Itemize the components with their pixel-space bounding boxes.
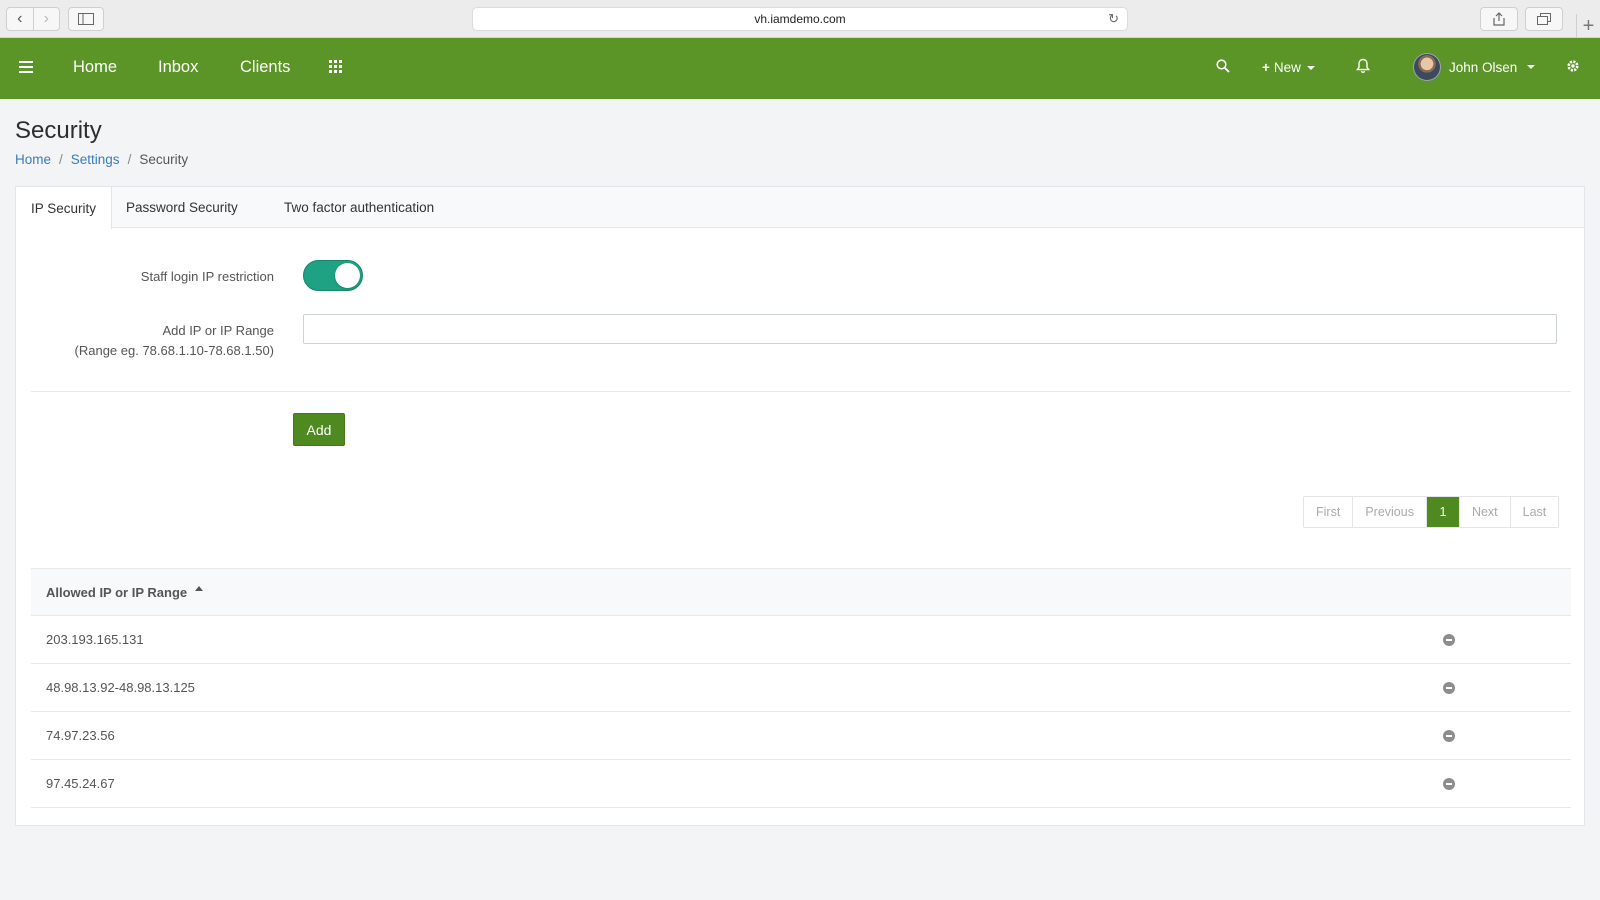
column-header-allowed-ip[interactable]: Allowed IP or IP Range xyxy=(31,568,1571,616)
chevron-down-icon xyxy=(1306,65,1315,70)
breadcrumb-separator: / xyxy=(127,152,132,167)
table-row: 203.193.165.131 xyxy=(31,616,1571,664)
share-icon[interactable] xyxy=(1480,7,1518,31)
breadcrumb-current: Security xyxy=(139,152,189,167)
ip-field-label: Add IP or IP Range xyxy=(162,323,274,338)
nav-home[interactable]: Home xyxy=(73,58,117,77)
table-row: 48.98.13.92-48.98.13.125 xyxy=(31,664,1571,712)
browser-toolbar: ‹ › vh.iamdemo.com ↻ + xyxy=(0,0,1600,38)
remove-icon[interactable] xyxy=(1443,682,1455,694)
table-row: 97.45.24.67 xyxy=(31,760,1571,808)
address-bar[interactable]: vh.iamdemo.com ↻ xyxy=(472,7,1128,31)
app-header: Home Inbox Clients + New John Olsen xyxy=(0,38,1600,99)
pagination-last[interactable]: Last xyxy=(1510,497,1559,527)
ip-field-hint: (Range eg. 78.68.1.10-78.68.1.50) xyxy=(74,343,274,358)
ip-cell: 97.45.24.67 xyxy=(46,776,115,791)
tab-ip-security[interactable]: IP Security xyxy=(16,187,113,229)
breadcrumb: Home / Settings / Security xyxy=(15,152,188,167)
new-menu-label: New xyxy=(1273,60,1301,75)
pagination: First Previous 1 Next Last xyxy=(1303,496,1560,528)
nav-clients[interactable]: Clients xyxy=(240,58,290,77)
toggle-knob xyxy=(335,263,360,288)
ip-range-input[interactable] xyxy=(303,314,1557,344)
breadcrumb-settings[interactable]: Settings xyxy=(71,152,120,167)
tabs-overview-icon[interactable] xyxy=(1525,7,1563,31)
browser-nav: ‹ › xyxy=(6,7,60,31)
gear-icon[interactable] xyxy=(1566,59,1580,78)
allowed-ip-table: Allowed IP or IP Range 203.193.165.131 4… xyxy=(31,568,1571,808)
chevron-down-icon xyxy=(1527,65,1536,69)
restriction-label: Staff login IP restriction xyxy=(140,269,274,284)
remove-icon[interactable] xyxy=(1443,778,1455,790)
url-text: vh.iamdemo.com xyxy=(754,12,846,26)
sidebar-toggle-icon[interactable] xyxy=(68,7,104,31)
table-row: 74.97.23.56 xyxy=(31,712,1571,760)
remove-icon[interactable] xyxy=(1443,634,1455,646)
new-tab-icon[interactable]: + xyxy=(1576,14,1600,38)
ip-cell: 48.98.13.92-48.98.13.125 xyxy=(46,680,195,695)
menu-icon[interactable] xyxy=(19,61,33,73)
search-icon[interactable] xyxy=(1216,59,1230,78)
pagination-current-page[interactable]: 1 xyxy=(1426,497,1460,527)
apps-grid-icon[interactable] xyxy=(329,60,342,73)
notifications-bell-icon[interactable] xyxy=(1355,58,1371,79)
avatar xyxy=(1413,53,1441,81)
pagination-previous[interactable]: Previous xyxy=(1353,497,1427,527)
tab-two-factor-authentication[interactable]: Two factor authentication xyxy=(269,187,449,228)
reload-icon[interactable]: ↻ xyxy=(1108,11,1119,27)
back-icon[interactable]: ‹ xyxy=(7,8,33,30)
form-divider xyxy=(31,391,1571,392)
column-header-label: Allowed IP or IP Range xyxy=(46,584,188,600)
pagination-first[interactable]: First xyxy=(1304,497,1354,527)
user-name: John Olsen xyxy=(1449,59,1518,75)
plus-icon: + xyxy=(1262,60,1270,75)
remove-icon[interactable] xyxy=(1443,730,1455,742)
breadcrumb-separator: / xyxy=(59,152,63,167)
ip-cell: 203.193.165.131 xyxy=(46,632,144,647)
ip-cell: 74.97.23.56 xyxy=(46,728,115,743)
add-button[interactable]: Add xyxy=(293,413,345,446)
pagination-next[interactable]: Next xyxy=(1459,497,1511,527)
breadcrumb-home[interactable]: Home xyxy=(15,152,51,167)
ip-restriction-toggle[interactable] xyxy=(303,260,363,291)
page-title: Security xyxy=(15,117,102,144)
tab-bar: IP Security Password Security Two factor… xyxy=(16,187,1584,229)
forward-icon[interactable]: › xyxy=(32,8,60,30)
security-panel: IP Security Password Security Two factor… xyxy=(15,186,1585,826)
nav-inbox[interactable]: Inbox xyxy=(158,58,198,77)
tab-password-security[interactable]: Password Security xyxy=(111,187,253,228)
sort-ascending-icon xyxy=(195,585,204,591)
user-menu[interactable]: John Olsen xyxy=(1413,53,1536,81)
new-menu-button[interactable]: + New xyxy=(1262,60,1315,75)
